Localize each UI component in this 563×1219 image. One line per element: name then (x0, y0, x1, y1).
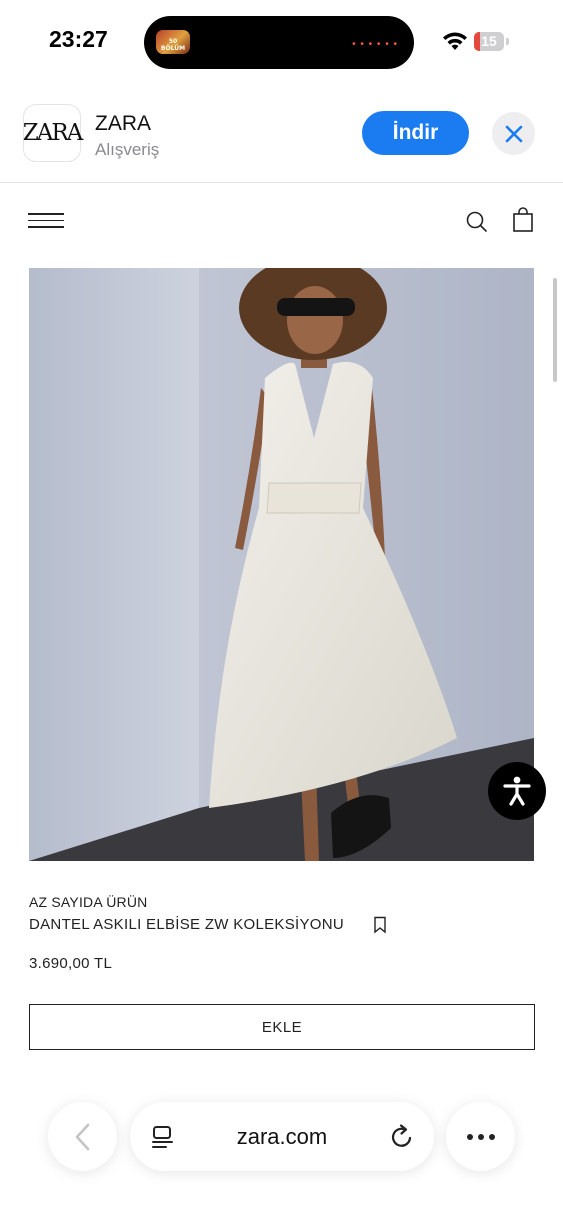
wifi-icon (443, 32, 467, 50)
app-install-banner: ZARA ZARA Alışveriş İndir (0, 100, 563, 183)
dynamic-island[interactable]: 50 BÖLÜM • • • • • • (144, 16, 414, 69)
install-button[interactable]: İndir (362, 111, 469, 155)
reload-icon[interactable] (388, 1123, 416, 1151)
bookmark-icon[interactable] (372, 916, 388, 934)
product-price: 3.690,00 TL (29, 955, 113, 972)
scroll-indicator[interactable] (553, 278, 557, 382)
battery-level: 15 (481, 33, 497, 49)
site-header (0, 195, 563, 250)
status-bar: 23:27 50 BÖLÜM • • • • • • 15 (0, 0, 563, 84)
app-logo-text: ZARA (22, 120, 84, 146)
live-activity-thumbnail: 50 BÖLÜM (156, 30, 190, 54)
app-category: Alışveriş (95, 140, 160, 159)
more-button[interactable] (446, 1102, 515, 1171)
app-name: ZARA (95, 112, 152, 135)
close-icon (505, 125, 522, 142)
back-icon (75, 1123, 89, 1150)
battery-tip (506, 38, 509, 45)
close-banner-button[interactable] (492, 112, 535, 155)
shopping-bag-icon[interactable] (512, 207, 534, 233)
live-activity-label: 50 BÖLÜM (160, 38, 186, 52)
battery-icon: 15 (474, 32, 504, 51)
back-button[interactable] (48, 1102, 117, 1171)
audio-wave-icon: • • • • • • (352, 39, 398, 50)
address-bar[interactable]: zara.com (130, 1102, 434, 1171)
add-to-cart-button[interactable]: EKLE (29, 1004, 535, 1050)
search-icon[interactable] (464, 209, 490, 235)
product-image[interactable] (29, 268, 534, 861)
accessibility-button[interactable] (488, 762, 546, 820)
app-icon[interactable]: ZARA (22, 104, 84, 162)
more-icon (466, 1133, 495, 1140)
menu-icon[interactable] (28, 213, 64, 233)
accessibility-icon (503, 776, 531, 806)
status-time: 23:27 (49, 26, 108, 52)
stock-status: AZ SAYIDA ÜRÜN (29, 894, 148, 910)
product-name[interactable]: DANTEL ASKILI ELBİSE ZW KOLEKSİYONU (29, 916, 344, 933)
